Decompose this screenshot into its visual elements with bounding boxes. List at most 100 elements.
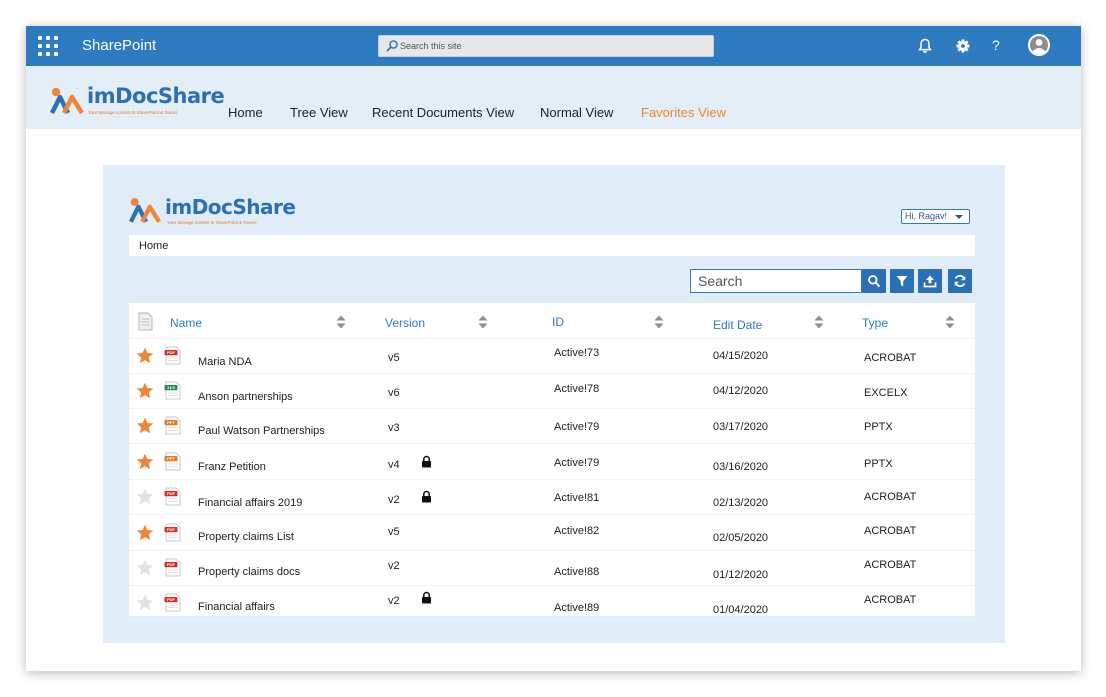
favorite-star-icon[interactable] [136,453,154,470]
upload-button[interactable] [918,269,942,293]
document-search-input[interactable] [691,270,861,292]
table-row[interactable]: XLS Anson partnerships v6 Active!78 04/12/20… [129,374,975,409]
column-header-version[interactable]: Version [385,316,425,330]
document-name[interactable]: Maria NDA [198,356,252,368]
gear-icon[interactable] [954,37,972,55]
table-row[interactable]: PPT Paul Watson Partnerships v3 Active!79 03… [129,409,975,444]
favorite-star-icon[interactable] [136,382,154,399]
search-icon [386,40,398,52]
panel-brand-logo[interactable]: imDocShare Your Manage content in ShareP… [129,195,296,227]
nav-favorites-view[interactable]: Favorites View [641,105,726,120]
table-row[interactable]: PDF Maria NDA v5 Active!73 04/15/2020 ACROBAT [129,339,975,374]
star-outline-icon[interactable] [136,594,154,611]
user-menu-button[interactable]: Hi, Ragav! [901,209,970,224]
user-greeting: Hi, Ragav! [905,211,948,221]
svg-text:PPT: PPT [167,420,175,425]
nav-normal-view[interactable]: Normal View [540,105,613,120]
table-row[interactable]: PDF Financial affairs v2 Active!89 01/04/202… [129,586,975,621]
svg-text:XLS: XLS [167,385,175,390]
document-name[interactable]: Property claims docs [198,566,300,578]
app-launcher-icon[interactable] [38,36,60,56]
document-name[interactable]: Paul Watson Partnerships [198,425,325,437]
search-button[interactable] [862,269,886,293]
document-name[interactable]: Franz Petition [198,461,266,473]
document-type: ACROBAT [864,352,917,364]
document-type: PPTX [864,458,893,470]
column-header-name[interactable]: Name [170,316,202,330]
favorite-star-icon[interactable] [136,347,154,364]
brand-name: imDocShare [165,195,296,219]
document-icon [138,312,153,331]
svg-text:PPT: PPT [167,456,175,461]
favorite-star-icon[interactable] [136,524,154,541]
imdocshare-logo-icon [129,198,162,223]
document-type: EXCELX [864,387,908,399]
document-name[interactable]: Anson partnerships [198,391,293,403]
suite-bar: SharePoint Search this site ? [26,26,1081,66]
filter-icon [896,276,908,287]
brand-name: imDocShare [87,84,225,108]
lock-icon [422,591,431,604]
document-name[interactable]: Financial affairs 2019 [198,497,302,509]
document-name[interactable]: Financial affairs [198,601,275,613]
column-header-type[interactable]: Type [862,316,888,330]
breadcrumb-home[interactable]: Home [139,240,168,252]
document-id: Active!73 [554,347,600,359]
sort-icon[interactable] [654,315,664,329]
search-icon [868,275,881,288]
document-id: Active!79 [554,421,600,433]
document-edit-date: 03/17/2020 [713,421,769,433]
bell-icon[interactable] [916,37,934,55]
document-type: PPTX [864,421,893,433]
document-edit-date: 02/13/2020 [713,497,769,509]
document-id: Active!89 [554,602,600,614]
nav-recent-documents-view[interactable]: Recent Documents View [372,105,514,120]
document-name[interactable]: Property claims List [198,531,294,543]
brand-tagline: Your Manage content in SharePoint & Team… [167,220,257,225]
brand-tagline: Your Manage content in SharePoint & Team… [88,110,178,115]
document-edit-date: 01/12/2020 [713,569,769,581]
table-row[interactable]: PPT Franz Petition v4 Active!79 03/16/2020 PP… [129,445,975,480]
sort-icon[interactable] [478,315,488,329]
svg-text:PDF: PDF [167,597,176,602]
svg-text:PDF: PDF [167,562,176,567]
star-outline-icon[interactable] [136,559,154,576]
star-outline-icon[interactable] [136,488,154,505]
document-search-box[interactable] [690,269,862,293]
pdf-file-icon: PDF [164,346,181,365]
help-icon[interactable]: ? [992,37,1000,53]
document-type: ACROBAT [864,491,917,503]
upload-icon [923,275,937,288]
powerpoint-file-icon: PPT [164,416,181,435]
svg-text:PDF: PDF [167,491,176,496]
document-edit-date: 03/16/2020 [713,461,769,473]
document-version: v4 [388,459,400,471]
sort-icon[interactable] [945,315,955,329]
table-row[interactable]: PDF Property claims List v5 Active!82 02/05/… [129,516,975,551]
document-id: Active!78 [554,383,600,395]
document-edit-date: 04/15/2020 [713,350,769,362]
column-header-id[interactable]: ID [552,315,564,329]
avatar[interactable] [1028,34,1050,56]
sharepoint-title[interactable]: SharePoint [82,37,156,54]
refresh-button[interactable] [948,269,972,293]
favorite-star-icon[interactable] [136,417,154,434]
nav-tree-view[interactable]: Tree View [290,105,348,120]
documents-table: Name Version ID Edit Date Type PDF Maria … [129,303,975,621]
table-row[interactable]: PDF Property claims docs v2 Active!88 01/12/… [129,551,975,586]
table-row[interactable]: PDF Financial affairs 2019 v2 Active!81 02/1… [129,480,975,515]
sort-icon[interactable] [814,315,824,329]
sharepoint-window: SharePoint Search this site ? imDocShare… [26,26,1081,671]
filter-button[interactable] [890,269,914,293]
powerpoint-file-icon: PPT [164,452,181,471]
nav-home[interactable]: Home [228,105,263,120]
site-search-box[interactable]: Search this site [378,35,714,57]
column-header-edit-date[interactable]: Edit Date [713,318,762,332]
document-version: v5 [388,352,400,364]
document-type: ACROBAT [864,559,917,571]
sort-icon[interactable] [336,315,346,329]
brand-logo[interactable]: imDocShare Your Manage content in ShareP… [50,84,225,118]
document-version: v2 [388,595,400,607]
pdf-file-icon: PDF [164,593,181,612]
refresh-icon [954,275,966,287]
